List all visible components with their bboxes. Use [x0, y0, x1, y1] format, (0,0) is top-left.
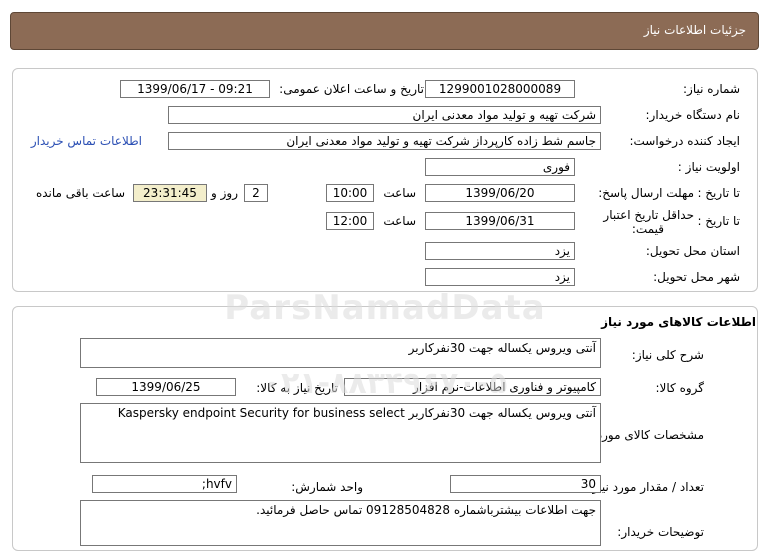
creator-field: جاسم شط زاده کارپرداز شرکت تهیه و تولید … — [168, 132, 601, 150]
buyer-org-label: نام دستگاه خریدار: — [645, 108, 741, 122]
buyer-notes-label: توضیحات خریدار: — [617, 525, 704, 539]
creator-label: ایجاد کننده درخواست: — [629, 134, 740, 148]
summary-label: شرح کلی نیاز: — [631, 348, 704, 362]
days-label: روز و — [211, 186, 238, 200]
remaining-time-field: 23:31:45 — [133, 184, 207, 202]
province-label: استان محل تحویل: — [645, 244, 740, 258]
need-number-label: شماره نیاز: — [683, 82, 740, 96]
validity-time-label: ساعت — [383, 214, 416, 228]
validity-until-label: تا تاریخ : — [697, 214, 740, 228]
province-field: یزد — [425, 242, 575, 260]
announce-field: 1399/06/17 - 09:21 — [120, 80, 270, 98]
validity-date-field: 1399/06/31 — [425, 212, 575, 230]
city-label: شهر محل تحویل: — [653, 270, 740, 284]
days-remaining-field: 2 — [244, 184, 268, 202]
contact-buyer-link[interactable]: اطلاعات تماس خریدار — [31, 134, 142, 148]
validity-time-field: 12:00 — [326, 212, 374, 230]
buyer-notes-field: جهت اطلاعات بیشترباشماره 09128504828 تما… — [80, 500, 601, 546]
deadline-label: مهلت ارسال پاسخ: — [598, 186, 694, 200]
need-date-field: 1399/06/25 — [96, 378, 236, 396]
goods-section-title: اطلاعات کالاهای مورد نیاز — [601, 315, 756, 329]
summary-field: آنتی ویروس یکساله جهت 30نفرکاربر — [80, 338, 601, 368]
unit-label: واحد شمارش: — [291, 480, 363, 494]
priority-field: فوری — [425, 158, 575, 176]
remaining-label: ساعت باقی مانده — [35, 186, 125, 200]
deadline-time-field: 10:00 — [326, 184, 374, 202]
need-info-panel — [12, 68, 758, 292]
qty-label: تعداد / مقدار مورد نیاز: — [588, 480, 704, 494]
page-header: جزئیات اطلاعات نیاز — [10, 12, 759, 50]
deadline-time-label: ساعت — [383, 186, 416, 200]
need-number-field: 1299001028000089 — [425, 80, 575, 98]
group-field: کامپیوتر و فناوری اطلاعات-نرم افزار — [344, 378, 601, 396]
deadline-date-field: 1399/06/20 — [425, 184, 575, 202]
specs-field: آنتی ویروس یکساله جهت 30نفرکاربر Kaspers… — [80, 403, 601, 463]
unit-field: hvfv; — [92, 475, 237, 493]
priority-label: اولویت نیاز : — [677, 160, 740, 174]
announce-label: تاریخ و ساعت اعلان عمومی: — [279, 82, 424, 96]
city-field: یزد — [425, 268, 575, 286]
group-label: گروه کالا: — [655, 381, 705, 395]
buyer-org-field: شرکت تهیه و تولید مواد معدنی ایران — [168, 106, 601, 124]
qty-field: 30 — [450, 475, 601, 493]
need-date-label: تاریخ نیاز به کالا: — [256, 381, 338, 395]
validity-label-line1: حداقل تاریخ اعتبار — [603, 208, 694, 222]
page-title: جزئیات اطلاعات نیاز — [643, 23, 746, 37]
deadline-until-label: تا تاریخ : — [697, 186, 740, 200]
validity-label-line2: قیمت: — [631, 222, 664, 236]
